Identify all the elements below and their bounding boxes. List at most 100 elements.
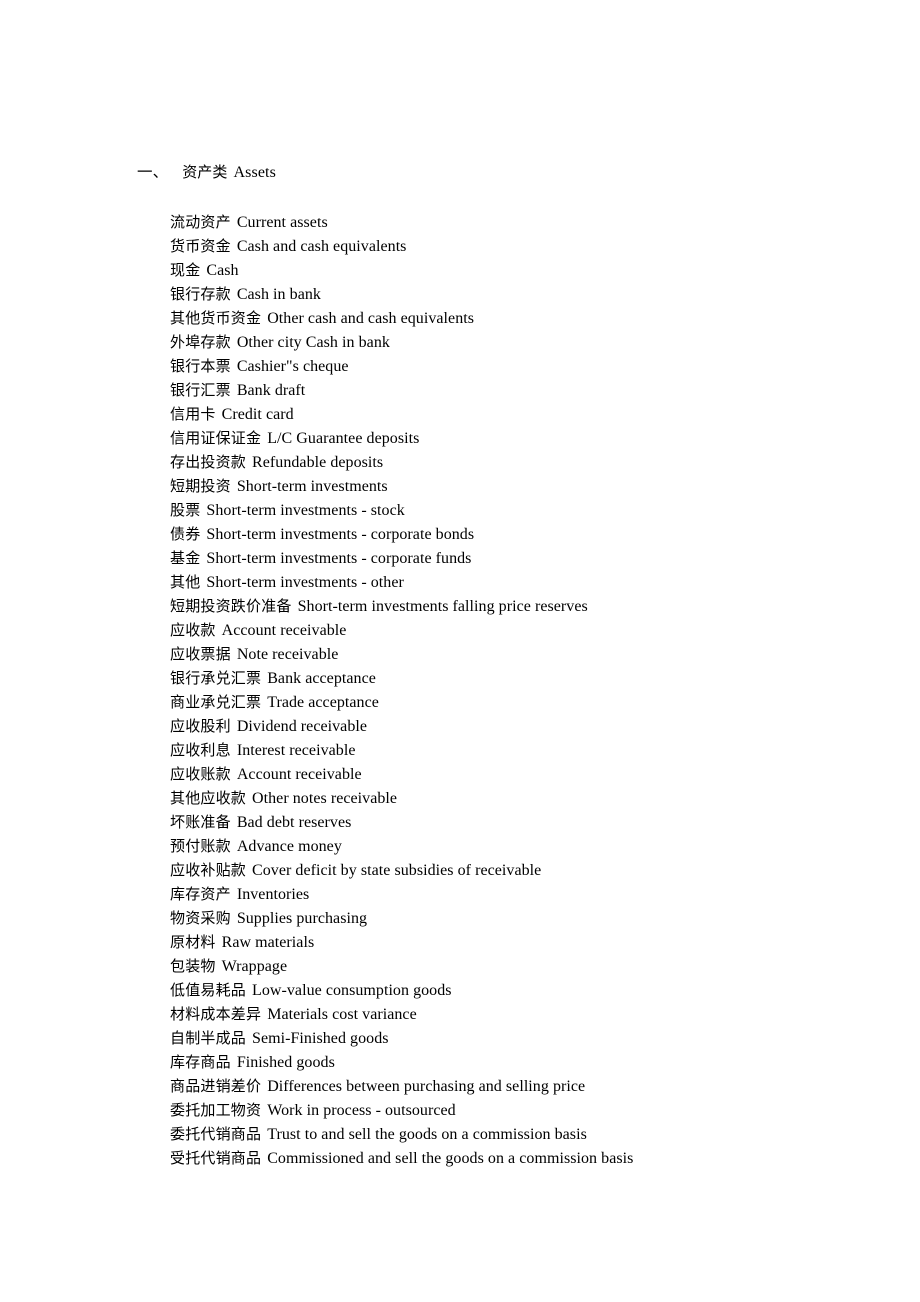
term-chinese: 坏账准备 (170, 813, 231, 831)
term-row: 商品进销差价 Differences between purchasing and… (170, 1074, 870, 1098)
term-english: Credit card (221, 406, 294, 423)
term-chinese: 银行本票 (170, 357, 231, 375)
term-english: Bank draft (236, 382, 306, 399)
term-row: 银行汇票 Bank draft (170, 378, 870, 402)
term-row: 短期投资跌价准备 Short-term investments falling p… (170, 594, 870, 618)
section-ordinal: 一、 (137, 164, 169, 181)
term-row: 基金 Short-term investments - corporate fun… (170, 546, 870, 570)
term-english: Semi-Finished goods (252, 1030, 389, 1047)
term-chinese: 受托代销商品 (170, 1149, 262, 1167)
term-chinese: 短期投资 (170, 477, 231, 495)
term-chinese: 应收账款 (170, 765, 231, 783)
term-chinese: 其他应收款 (170, 789, 247, 807)
term-row: 自制半成品 Semi-Finished goods (170, 1026, 870, 1050)
term-row: 存出投资款 Refundable deposits (170, 450, 870, 474)
term-row: 应收账款 Account receivable (170, 762, 870, 786)
term-row: 信用证保证金 L/C Guarantee deposits (170, 426, 870, 450)
term-english: Account receivable (221, 622, 347, 639)
term-row: 银行承兑汇票 Bank acceptance (170, 666, 870, 690)
term-row: 短期投资 Short-term investments (170, 474, 870, 498)
term-chinese: 包装物 (170, 957, 216, 975)
term-row: 其他货币资金 Other cash and cash equivalents (170, 306, 870, 330)
term-row: 材料成本差异 Materials cost variance (170, 1002, 870, 1026)
term-chinese: 物资采购 (170, 909, 231, 927)
term-english: Supplies purchasing (236, 910, 368, 927)
term-english: Cash in bank (236, 286, 321, 303)
section-heading-english: Assets (233, 164, 276, 181)
term-chinese: 其他货币资金 (170, 309, 262, 327)
term-chinese: 货币资金 (170, 237, 231, 255)
term-english: Current assets (236, 214, 328, 231)
term-chinese: 银行存款 (170, 285, 231, 303)
term-english: Short-term investments - corporate bonds (206, 526, 475, 543)
term-english: Low-value consumption goods (252, 982, 452, 999)
term-chinese: 商业承兑汇票 (170, 693, 262, 711)
term-english: Other cash and cash equivalents (267, 310, 475, 327)
term-row: 包装物 Wrappage (170, 954, 870, 978)
term-row: 委托代销商品 Trust to and sell the goods on a c… (170, 1122, 870, 1146)
term-english: Differences between purchasing and selli… (267, 1078, 586, 1095)
term-english: Cover deficit by state subsidies of rece… (252, 862, 542, 879)
term-chinese: 其他 (170, 573, 201, 591)
term-english: Trade acceptance (267, 694, 379, 711)
term-english: Work in process - outsourced (267, 1102, 456, 1119)
term-chinese: 库存资产 (170, 885, 231, 903)
term-chinese: 存出投资款 (170, 453, 247, 471)
term-english: Dividend receivable (236, 718, 368, 735)
term-row: 其他应收款 Other notes receivable (170, 786, 870, 810)
term-row: 信用卡 Credit card (170, 402, 870, 426)
term-english: Cash (206, 262, 239, 279)
term-row: 应收款 Account receivable (170, 618, 870, 642)
term-english: Cashier"s cheque (236, 358, 349, 375)
term-chinese: 现金 (170, 261, 201, 279)
term-chinese: 预付账款 (170, 837, 231, 855)
term-english: Other notes receivable (252, 790, 398, 807)
term-row: 其他 Short-term investments - other (170, 570, 870, 594)
term-english: Note receivable (236, 646, 339, 663)
term-chinese: 基金 (170, 549, 201, 567)
term-english: Cash and cash equivalents (236, 238, 407, 255)
term-row: 应收股利 Dividend receivable (170, 714, 870, 738)
term-english: Advance money (236, 838, 342, 855)
term-list: 流动资产 Current assets 货币资金 Cash and cash equi… (170, 210, 870, 1170)
term-english: Short-term investments - corporate funds (206, 550, 472, 567)
term-chinese: 应收款 (170, 621, 216, 639)
term-english: Commissioned and sell the goods on a com… (267, 1150, 634, 1167)
term-row: 应收票据 Note receivable (170, 642, 870, 666)
document-page: 一、 资产类 Assets 流动资产 Current assets 货币资金 Cash a… (0, 0, 920, 1302)
term-english: Inventories (236, 886, 310, 903)
term-chinese: 商品进销差价 (170, 1077, 262, 1095)
term-row: 货币资金 Cash and cash equivalents (170, 234, 870, 258)
term-chinese: 应收补贴款 (170, 861, 247, 879)
term-chinese: 信用卡 (170, 405, 216, 423)
term-row: 商业承兑汇票 Trade acceptance (170, 690, 870, 714)
term-row: 银行存款 Cash in bank (170, 282, 870, 306)
term-chinese: 短期投资跌价准备 (170, 597, 292, 615)
term-english: Wrappage (221, 958, 288, 975)
term-chinese: 低值易耗品 (170, 981, 247, 999)
term-english: Short-term investments (236, 478, 388, 495)
term-english: Short-term investments - other (206, 574, 404, 591)
term-chinese: 外埠存款 (170, 333, 231, 351)
term-chinese: 委托加工物资 (170, 1101, 262, 1119)
term-row: 受托代销商品 Commissioned and sell the goods on… (170, 1146, 870, 1170)
term-chinese: 流动资产 (170, 213, 231, 231)
section-heading-chinese: 资产类 (182, 163, 228, 181)
term-english: Interest receivable (236, 742, 356, 759)
term-chinese: 库存商品 (170, 1053, 231, 1071)
term-english: Finished goods (236, 1054, 335, 1071)
term-row: 应收利息 Interest receivable (170, 738, 870, 762)
term-chinese: 应收股利 (170, 717, 231, 735)
term-row: 银行本票 Cashier"s cheque (170, 354, 870, 378)
term-chinese: 债券 (170, 525, 201, 543)
term-english: Refundable deposits (252, 454, 384, 471)
term-row: 原材料 Raw materials (170, 930, 870, 954)
term-chinese: 银行承兑汇票 (170, 669, 262, 687)
term-chinese: 自制半成品 (170, 1029, 247, 1047)
term-english: Bad debt reserves (236, 814, 352, 831)
term-english: Materials cost variance (267, 1006, 417, 1023)
term-english: Short-term investments falling price res… (297, 598, 588, 615)
term-english: Bank acceptance (267, 670, 376, 687)
term-row: 委托加工物资 Work in process - outsourced (170, 1098, 870, 1122)
term-chinese: 委托代销商品 (170, 1125, 262, 1143)
